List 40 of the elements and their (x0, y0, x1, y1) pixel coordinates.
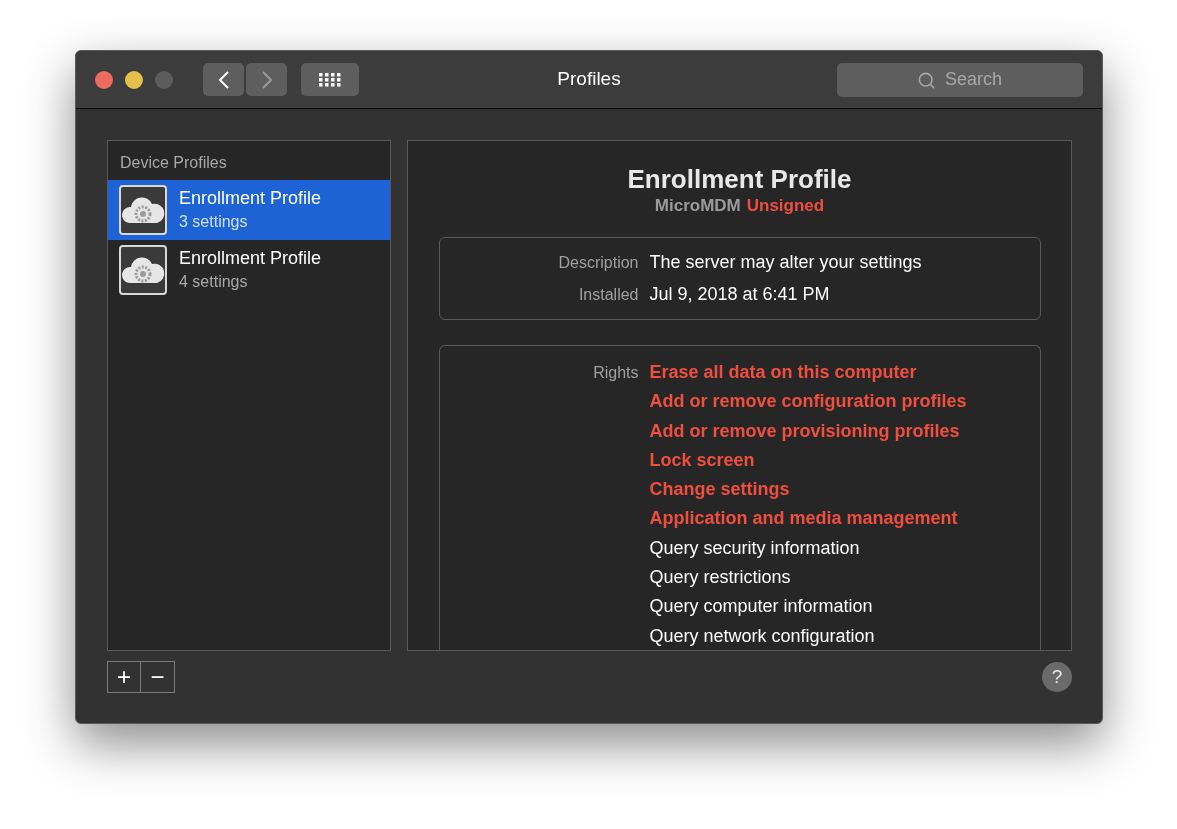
right-item: Add or remove configuration profiles (649, 390, 967, 414)
profile-heading: Enrollment Profile (627, 163, 852, 195)
search-icon (917, 70, 936, 90)
rights-label: Rights (592, 363, 639, 383)
window-title: Profiles (557, 67, 621, 92)
info-value: Jul 9, 2018 at 6:41 PM (649, 283, 830, 306)
signature-status: Unsigned (746, 195, 825, 217)
grid-icon (319, 72, 341, 87)
right-item: Lock screen (649, 448, 756, 472)
add-button[interactable]: + (108, 662, 141, 692)
right-item: Change settings (649, 478, 791, 502)
profile-subtitle: 3 settings (179, 212, 249, 232)
back-button[interactable] (203, 63, 244, 96)
info-value: The server may alter your settings (649, 251, 922, 274)
right-item: Query network configuration (649, 624, 876, 648)
profile-title: Enrollment Profile (179, 247, 322, 270)
profile-row[interactable]: Enrollment Profile 4 settings (108, 240, 390, 300)
info-label: Description (557, 253, 639, 273)
profile-row[interactable]: Enrollment Profile 3 settings (108, 180, 390, 240)
right-item: Erase all data on this computer (649, 361, 918, 384)
right-item: Query restrictions (649, 566, 792, 590)
info-label: Installed (577, 285, 639, 305)
profile-title: Enrollment Profile (179, 187, 322, 210)
organization: MicroMDM (654, 195, 741, 217)
search-field[interactable]: Search (837, 62, 1083, 97)
profile-subtitle: 4 settings (179, 272, 249, 292)
close-button[interactable] (95, 70, 113, 89)
show-all-button[interactable] (301, 63, 359, 96)
right-item: Add or remove provisioning profiles (649, 419, 961, 443)
help-button[interactable]: ? (1042, 662, 1072, 692)
right-item: Query computer information (649, 595, 874, 619)
remove-button[interactable]: − (141, 662, 174, 692)
minimize-button[interactable] (125, 70, 143, 89)
list-heading: Device Profiles (119, 153, 228, 173)
chevron-left-icon (218, 70, 229, 89)
right-item: Query security information (649, 536, 861, 560)
chevron-right-icon (261, 70, 272, 89)
profile-gear-icon (119, 185, 167, 235)
right-item: Application and media management (649, 507, 959, 531)
profile-gear-icon (119, 245, 167, 295)
